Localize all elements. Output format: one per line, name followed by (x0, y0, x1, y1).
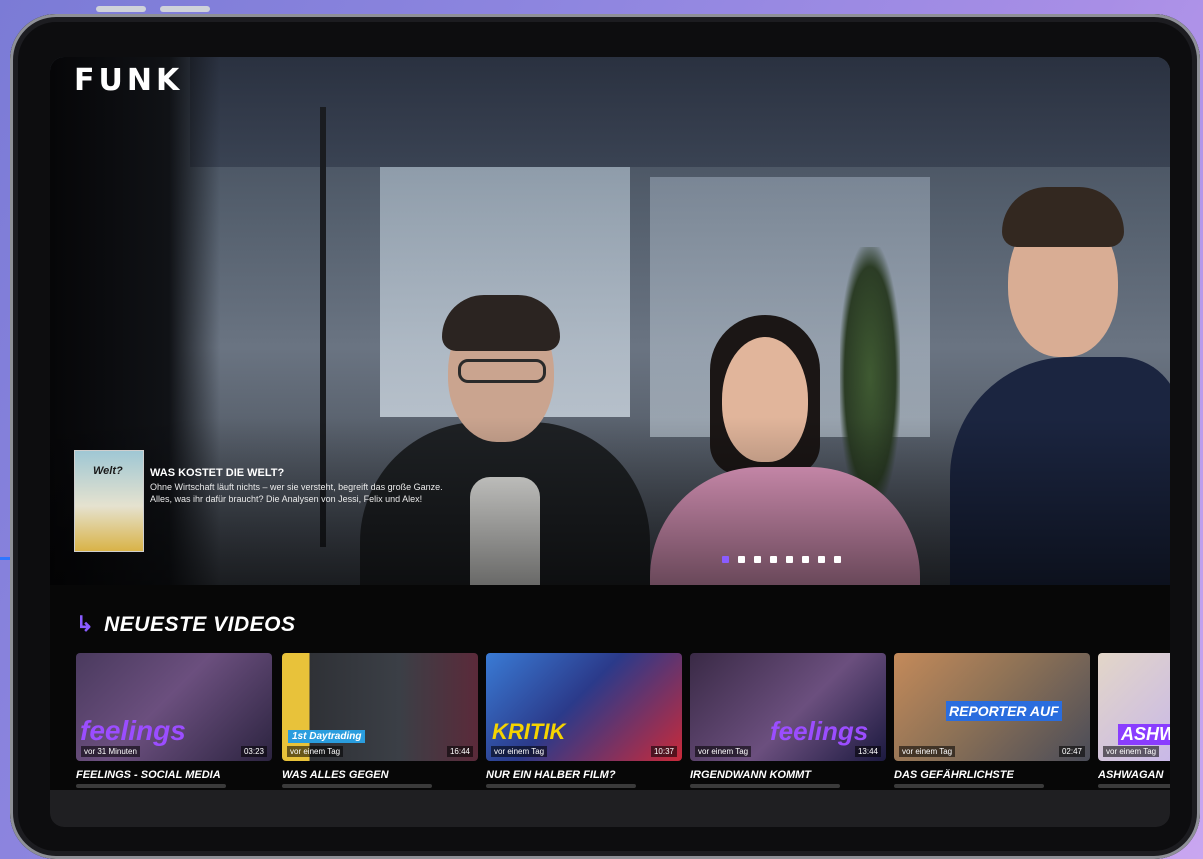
bottom-bar (50, 790, 1170, 827)
carousel-dot[interactable] (722, 556, 729, 563)
video-age: vor einem Tag (491, 746, 548, 757)
carousel-dot[interactable] (786, 556, 793, 563)
video-subtitle-line (690, 784, 840, 788)
section-title-text: NEUESTE VIDEOS (104, 613, 296, 636)
video-age: vor einem Tag (695, 746, 752, 757)
video-duration: 13:44 (854, 746, 881, 757)
video-title[interactable]: WAS ALLES GEGEN (282, 769, 478, 781)
tablet-top-button (96, 6, 146, 12)
thumbnail-overlay-text: REPORTER AUF (946, 701, 1062, 721)
video-thumbnail[interactable]: 1st Daytrading vor einem Tag 16:44 (282, 653, 478, 761)
video-age: vor 31 Minuten (81, 746, 140, 757)
carousel-dot[interactable] (834, 556, 841, 563)
carousel-dot[interactable] (754, 556, 761, 563)
video-card[interactable]: feelings vor einem Tag 13:44 IRGENDWANN KOM… (690, 653, 886, 788)
host-3-hair (1002, 187, 1124, 247)
promo-thumbnail[interactable]: Welt? (74, 450, 144, 552)
video-thumbnail[interactable]: feelings vor einem Tag 13:44 (690, 653, 886, 761)
promo-title: WAS KOSTET DIE WELT? (150, 467, 285, 479)
video-age: vor einem Tag (287, 746, 344, 757)
tablet-frame: FUNK Welt? WAS KOSTET DIE WELT? Ohne Wir… (10, 14, 1200, 859)
thumbnail-overlay-text: 1st Daytrading (288, 730, 366, 743)
promo-thumbnail-text: Welt? (93, 465, 123, 477)
video-subtitle-line (282, 784, 432, 788)
tablet-top-button-2 (160, 6, 210, 12)
video-thumbnail[interactable]: KRITIK vor einem Tag 10:37 (486, 653, 682, 761)
video-title[interactable]: IRGENDWANN KOMMT (690, 769, 886, 781)
hero-bg-ceiling (190, 57, 1170, 167)
funk-logo[interactable]: FUNK (74, 63, 183, 98)
video-title[interactable]: NUR EIN HALBER FILM? (486, 769, 682, 781)
video-card[interactable]: KRITIK vor einem Tag 10:37 NUR EIN HALBER F… (486, 653, 682, 788)
video-duration: 03:23 (240, 746, 267, 757)
video-subtitle-line (894, 784, 1044, 788)
carousel-dot[interactable] (818, 556, 825, 563)
video-card[interactable]: ASHWAvor einem Tag ASHWAGAN (1098, 653, 1170, 788)
video-duration: 02:47 (1058, 746, 1085, 757)
video-title[interactable]: ASHWAGAN (1098, 769, 1170, 781)
video-card[interactable]: 1st Daytrading vor einem Tag 16:44 WAS ALLE… (282, 653, 478, 788)
video-title[interactable]: FEELINGS - SOCIAL MEDIA (76, 769, 272, 781)
video-duration: 16:44 (446, 746, 473, 757)
carousel-dot[interactable] (802, 556, 809, 563)
video-age: vor einem Tag (1103, 746, 1160, 757)
video-row[interactable]: feelings vor 31 Minuten 03:23 FEELINGS - SO… (76, 653, 1170, 803)
video-thumbnail[interactable]: feelings vor 31 Minuten 03:23 (76, 653, 272, 761)
video-thumbnail[interactable]: REPORTER AUF vor einem Tag 02:47 (894, 653, 1090, 761)
carousel-dot[interactable] (770, 556, 777, 563)
promo-description: Ohne Wirtschaft läuft nichts – wer sie v… (150, 482, 443, 504)
video-age: vor einem Tag (899, 746, 956, 757)
host-1-glasses (458, 359, 546, 383)
video-duration: 10:37 (650, 746, 677, 757)
video-thumbnail[interactable]: ASHWAvor einem Tag (1098, 653, 1170, 761)
hero-banner[interactable]: FUNK Welt? WAS KOSTET DIE WELT? Ohne Wir… (50, 57, 1170, 585)
host-1-hair (442, 295, 560, 351)
section-arrow-icon: ↳ (76, 613, 95, 636)
carousel-indicator (722, 556, 841, 563)
thumbnail-overlay-text: feelings (80, 715, 186, 746)
video-card[interactable]: REPORTER AUF vor einem Tag 02:47 DAS GEFÄHR… (894, 653, 1090, 788)
video-subtitle-line (76, 784, 226, 788)
thumbnail-overlay-text: feelings (770, 716, 869, 746)
video-subtitle-line (486, 784, 636, 788)
section-title-newest: ↳ NEUESTE VIDEOS (76, 612, 296, 637)
thumbnail-overlay-text: ASHWA (1118, 724, 1170, 745)
thumbnail-overlay-text: KRITIK (492, 719, 566, 744)
app-screen: FUNK Welt? WAS KOSTET DIE WELT? Ohne Wir… (50, 57, 1170, 827)
video-subtitle-line (1098, 784, 1170, 788)
video-title[interactable]: DAS GEFÄHRLICHSTE (894, 769, 1090, 781)
hero-promo[interactable]: Welt? WAS KOSTET DIE WELT? Ohne Wirtscha… (74, 450, 474, 552)
video-card[interactable]: feelings vor 31 Minuten 03:23 FEELINGS - SO… (76, 653, 272, 788)
carousel-dot[interactable] (738, 556, 745, 563)
